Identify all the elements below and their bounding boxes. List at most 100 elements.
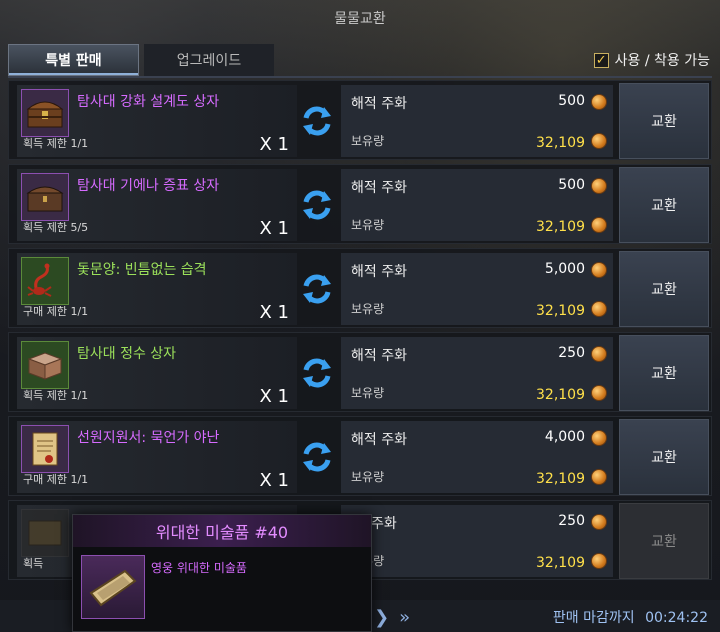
cost-panel: 주화 250 보유량 32,109 (341, 505, 613, 577)
held-label: 보유량 (351, 218, 385, 232)
last-page-icon[interactable]: » (399, 607, 410, 628)
wooden-chest-icon (21, 173, 69, 221)
item-tooltip: 위대한 미술품 #40 영웅 위대한 미술품 (72, 514, 372, 632)
item-slot[interactable]: 선원지원서: 묵언가 야난 구매 제한 1/1 X 1 (17, 421, 297, 493)
coin-icon (591, 469, 607, 485)
currency-name: 해적 주화 (351, 180, 407, 196)
exchange-button[interactable]: 교환 (619, 419, 709, 495)
coin-icon (591, 514, 607, 530)
exchange-button[interactable]: 교환 (619, 503, 709, 579)
tab-upgrade[interactable]: 업그레이드 (144, 44, 274, 76)
trade-row: 탐사대 기에나 증표 상자 획득 제한 5/5 X 1 해적 주화 500 보유… (8, 164, 712, 244)
item-slot[interactable]: 탐사대 강화 설계도 상자 획득 제한 1/1 X 1 (17, 85, 297, 157)
held-value: 32,109 (536, 135, 585, 151)
exchange-label: 교환 (651, 366, 677, 382)
cost-panel: 해적 주화 4,000 보유량 32,109 (341, 421, 613, 493)
coin-icon (591, 94, 607, 110)
coin-icon (591, 301, 607, 317)
cost-value: 500 (558, 177, 585, 193)
item-name: 선원지원서: 묵언가 야난 (77, 430, 220, 446)
exchange-label: 교환 (651, 450, 677, 466)
held-value: 32,109 (536, 471, 585, 487)
swap-arrows-icon (297, 185, 337, 225)
coin-icon (591, 262, 607, 278)
usable-filter-toggle[interactable]: ✓ 사용 / 착용 가능 (593, 50, 710, 70)
next-page-icon[interactable]: ❯ (374, 607, 389, 628)
held-label: 보유량 (351, 470, 385, 484)
coin-icon (591, 178, 607, 194)
deadline-label: 판매 마감까지 (552, 610, 635, 626)
cost-panel: 해적 주화 500 보유량 32,109 (341, 169, 613, 241)
swap-arrows-icon (297, 269, 337, 309)
swap-arrows-icon (297, 437, 337, 477)
held-value: 32,109 (536, 555, 585, 571)
sale-deadline: 판매 마감까지 00:24:22 (553, 607, 708, 627)
held-value: 32,109 (536, 219, 585, 235)
item-name: 탐사대 기에나 증표 상자 (77, 178, 220, 194)
acquire-limit: 획득 제한 1/1 (23, 389, 89, 402)
filter-label: 사용 / 착용 가능 (614, 53, 710, 69)
trade-row: 탐사대 정수 상자 획득 제한 1/1 X 1 해적 주화 250 보유량 32… (8, 332, 712, 412)
item-slot[interactable]: 탐사대 정수 상자 획득 제한 1/1 X 1 (17, 337, 297, 409)
painting-icon (21, 509, 69, 557)
tab-label: 업그레이드 (176, 53, 242, 69)
cost-value: 250 (558, 345, 585, 361)
checkbox-icon[interactable]: ✓ (593, 52, 609, 68)
swap-arrows-icon (297, 353, 337, 393)
item-quantity: X 1 (259, 470, 289, 491)
cost-value: 250 (558, 513, 585, 529)
cost-value: 500 (558, 93, 585, 109)
item-name: 탐사대 정수 상자 (77, 346, 177, 362)
scroll-icon (21, 425, 69, 473)
tooltip-title: 위대한 미술품 #40 (73, 515, 371, 547)
cost-value: 4,000 (544, 429, 585, 445)
exchange-label: 교환 (651, 198, 677, 214)
currency-name-partial: 주화 (371, 516, 397, 532)
item-name: 돛문양: 빈틈없는 습격 (77, 262, 207, 278)
item-name: 탐사대 강화 설계도 상자 (77, 94, 220, 110)
exchange-button[interactable]: 교환 (619, 335, 709, 411)
item-slot[interactable]: 돛문양: 빈틈없는 습격 구매 제한 1/1 X 1 (17, 253, 297, 325)
treasure-chest-icon (21, 89, 69, 137)
item-quantity: X 1 (259, 386, 289, 407)
currency-name: 해적 주화 (351, 432, 407, 448)
currency-name: 해적 주화 (351, 96, 407, 112)
coin-icon (591, 217, 607, 233)
trade-row: 탐사대 강화 설계도 상자 획득 제한 1/1 X 1 해적 주화 500 보유… (8, 80, 712, 160)
cost-panel: 해적 주화 5,000 보유량 32,109 (341, 253, 613, 325)
exchange-label: 교환 (651, 114, 677, 130)
coin-icon (591, 553, 607, 569)
window-title-text: 물물교환 (334, 11, 386, 27)
painting-icon (81, 555, 145, 619)
trade-row: 돛문양: 빈틈없는 습격 구매 제한 1/1 X 1 해적 주화 5,000 보… (8, 248, 712, 328)
currency-name: 해적 주화 (351, 348, 407, 364)
swap-arrows-icon (297, 101, 337, 141)
currency-name: 해적 주화 (351, 264, 407, 280)
acquire-limit: 획득 (23, 557, 44, 570)
cost-value: 5,000 (544, 261, 585, 277)
purchase-limit: 구매 제한 1/1 (23, 473, 89, 486)
tab-divider (8, 76, 712, 78)
tab-special-sale[interactable]: 특별 판매 (8, 44, 139, 76)
purchase-limit: 구매 제한 1/1 (23, 305, 89, 318)
held-value: 32,109 (536, 387, 585, 403)
exchange-button[interactable]: 교환 (619, 251, 709, 327)
exchange-button[interactable]: 교환 (619, 167, 709, 243)
acquire-limit: 획득 제한 1/1 (23, 137, 89, 150)
coin-icon (591, 385, 607, 401)
box-icon (21, 341, 69, 389)
exchange-button[interactable]: 교환 (619, 83, 709, 159)
held-label: 보유량 (351, 386, 385, 400)
exchange-label: 교환 (651, 282, 677, 298)
held-label: 보유량 (351, 302, 385, 316)
exchange-label: 교환 (651, 534, 677, 550)
cost-panel: 해적 주화 500 보유량 32,109 (341, 85, 613, 157)
held-label: 보유량 (351, 134, 385, 148)
item-quantity: X 1 (259, 134, 289, 155)
coin-icon (591, 346, 607, 362)
coin-icon (591, 430, 607, 446)
item-slot[interactable]: 탐사대 기에나 증표 상자 획득 제한 5/5 X 1 (17, 169, 297, 241)
scorpion-emblem-icon (21, 257, 69, 305)
window-title: 물물교환 (0, 0, 720, 36)
tab-label: 특별 판매 (45, 53, 102, 69)
